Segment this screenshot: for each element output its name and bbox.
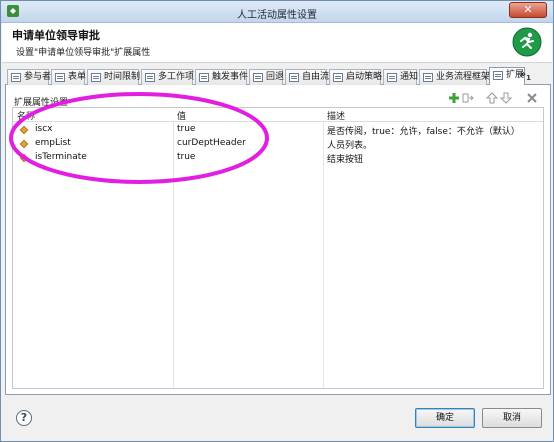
window-title: 人工活动属性设置 xyxy=(237,10,317,21)
cell-description: 结束按钮 xyxy=(327,155,364,165)
table-row[interactable]: iscx true 是否传阅，true：允许，false：不允许（默认） xyxy=(13,123,543,137)
table-row[interactable]: empList curDeptHeader 人员列表。 xyxy=(13,137,543,151)
tab-icon xyxy=(289,73,299,82)
tab-label: 启动策略 xyxy=(346,72,383,82)
tab-rollback[interactable]: 回退 xyxy=(249,69,285,85)
tab-icon xyxy=(199,73,209,82)
cell-value[interactable]: true xyxy=(177,124,195,134)
tab-icon xyxy=(387,73,397,82)
tab-icon xyxy=(493,71,503,80)
tab-icon xyxy=(333,73,343,82)
cell-description: 是否传阅，true：允许，false：不允许（默认） xyxy=(327,127,520,137)
move-up-icon[interactable] xyxy=(486,92,498,104)
cancel-button[interactable]: 取消 xyxy=(482,408,542,428)
overflow-count: 1 xyxy=(526,74,531,82)
page-subtitle: 设置"申请单位领导审批"扩展属性 xyxy=(16,48,151,58)
tab-icon xyxy=(91,73,101,82)
move-down-icon[interactable] xyxy=(500,92,512,104)
tab-icon xyxy=(55,73,65,82)
ok-button[interactable]: 确定 xyxy=(415,408,475,428)
tab-free-flow[interactable]: 自由流 xyxy=(285,69,330,85)
title-bar[interactable]: 人工活动属性设置 ✕ xyxy=(1,1,553,23)
cell-name: iscx xyxy=(35,124,53,134)
cell-name: isTerminate xyxy=(35,152,87,162)
tab-icon xyxy=(253,73,263,82)
table-row[interactable]: isTerminate true 结束按钮 xyxy=(13,151,543,165)
close-button[interactable]: ✕ xyxy=(509,2,547,18)
tab-overflow-button[interactable]: »1 xyxy=(520,69,531,82)
tab-label: 通知 xyxy=(400,72,419,82)
tab-label: 多工作项 xyxy=(158,72,195,82)
property-icon xyxy=(19,153,29,163)
tab-notification[interactable]: 通知 xyxy=(383,69,419,85)
tab-icon xyxy=(11,73,21,82)
tab-label: 时间限制 xyxy=(104,72,141,82)
cell-description: 人员列表。 xyxy=(327,141,373,151)
tab-icon xyxy=(423,73,433,82)
help-button[interactable]: ? xyxy=(16,410,32,426)
tab-time-limit[interactable]: 时间限制 xyxy=(87,69,141,85)
tab-label: 表单 xyxy=(68,72,87,82)
add-icon[interactable] xyxy=(448,92,460,104)
delete-icon[interactable] xyxy=(526,92,538,104)
tab-label: 回退 xyxy=(266,72,285,82)
page-header: 申请单位领导审批 设置"申请单位领导审批"扩展属性 xyxy=(2,23,552,63)
cell-value[interactable]: curDeptHeader xyxy=(177,138,246,148)
property-icon xyxy=(19,125,29,135)
dialog-footer: ? 确定 取消 xyxy=(2,397,552,441)
cell-value[interactable]: true xyxy=(177,152,195,162)
import-icon[interactable] xyxy=(462,92,474,104)
tab-participants[interactable]: 参与者 xyxy=(7,69,52,85)
properties-table: 名称 值 描述 iscx true 是否传阅，true：允许，false：不允许… xyxy=(12,107,544,389)
tab-label: 参与者 xyxy=(24,72,52,82)
tab-label: 触发事件 xyxy=(212,72,249,82)
page-title: 申请单位领导审批 xyxy=(12,29,100,42)
column-header-description[interactable]: 描述 xyxy=(327,109,345,122)
tab-business-framework[interactable]: 业务流程框架 xyxy=(419,69,491,85)
tab-start-strategy[interactable]: 启动策略 xyxy=(329,69,383,85)
tab-icon xyxy=(145,73,155,82)
tab-form[interactable]: 表单 xyxy=(51,69,87,85)
tab-multi-workitem[interactable]: 多工作项 xyxy=(141,69,195,85)
extension-panel: 扩展属性设置 名称 值 描述 iscx true 是否传阅，true：允许，fa… xyxy=(5,85,551,395)
table-header: 名称 值 描述 xyxy=(13,108,543,122)
dialog-window: 人工活动属性设置 ✕ 申请单位领导审批 设置"申请单位领导审批"扩展属性 参与者… xyxy=(0,0,554,442)
tab-bar: 参与者 表单 时间限制 多工作项 触发事件 回退 自由流 启动策略 通知 业务流… xyxy=(5,67,551,86)
column-header-name[interactable]: 名称 xyxy=(17,109,35,122)
column-header-value[interactable]: 值 xyxy=(177,109,186,122)
tab-label: 自由流 xyxy=(302,72,330,82)
running-man-icon xyxy=(512,27,542,57)
tab-label: 业务流程框架 xyxy=(436,72,491,82)
property-icon xyxy=(19,139,29,149)
tab-trigger-events[interactable]: 触发事件 xyxy=(195,69,249,85)
cell-name: empList xyxy=(35,138,71,148)
